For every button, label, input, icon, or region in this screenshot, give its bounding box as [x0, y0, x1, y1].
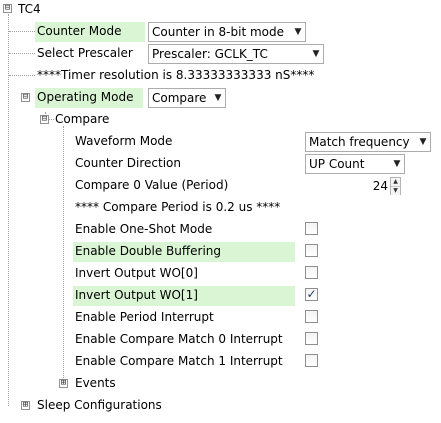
period-interrupt-checkbox[interactable] — [305, 310, 318, 323]
prescaler-value: Prescaler: GCLK_TC — [152, 47, 268, 61]
timer-resolution-text: ****Timer resolution is 8.33333333333 nS… — [37, 68, 315, 82]
invert-wo1-label: Invert Output WO[1] — [73, 286, 295, 306]
chevron-down-icon: ▼ — [312, 49, 320, 59]
counter-direction-value: UP Count — [309, 157, 365, 171]
expand-icon[interactable]: ⊞ — [59, 379, 68, 388]
waveform-mode-dropdown[interactable]: Match frequency ▼ — [305, 132, 431, 152]
spin-up-icon[interactable]: ▲ — [391, 178, 400, 187]
match0-interrupt-label: Enable Compare Match 0 Interrupt — [75, 332, 283, 346]
match1-interrupt-label: Enable Compare Match 1 Interrupt — [75, 354, 283, 368]
prescaler-label: Select Prescaler — [37, 46, 133, 60]
chevron-down-icon: ▼ — [214, 93, 222, 103]
waveform-mode-label: Waveform Mode — [75, 134, 173, 148]
chevron-down-icon: ▼ — [294, 27, 302, 37]
compare0-label: Compare 0 Value (Period) — [75, 178, 229, 192]
counter-mode-value: Counter in 8-bit mode — [152, 25, 284, 39]
tree-root-tc4: TC4 — [18, 2, 41, 16]
events-node-label: Events — [75, 376, 116, 390]
collapse-icon[interactable]: ⊟ — [3, 4, 12, 13]
counter-mode-dropdown[interactable]: Counter in 8-bit mode ▼ — [148, 22, 306, 42]
match1-interrupt-checkbox[interactable] — [305, 354, 318, 367]
invert-wo1-checkbox[interactable]: ✓ — [305, 288, 318, 301]
expand-icon[interactable]: ⊞ — [21, 401, 30, 410]
compare0-value[interactable]: 24 — [305, 179, 390, 193]
collapse-icon[interactable]: ⊟ — [21, 93, 30, 102]
collapse-icon[interactable]: ⊟ — [40, 115, 49, 124]
operating-mode-label: Operating Mode — [35, 88, 143, 108]
chevron-down-icon: ▼ — [419, 137, 427, 147]
invert-wo0-label: Invert Output WO[0] — [75, 266, 198, 280]
counter-mode-label: Counter Mode — [35, 22, 145, 42]
tree-line — [9, 75, 35, 76]
prescaler-dropdown[interactable]: Prescaler: GCLK_TC ▼ — [148, 44, 324, 64]
double-buffering-checkbox[interactable] — [305, 244, 318, 257]
counter-direction-label: Counter Direction — [75, 156, 181, 170]
double-buffering-label: Enable Double Buffering — [73, 242, 295, 262]
counter-direction-dropdown[interactable]: UP Count ▼ — [305, 154, 405, 174]
one-shot-checkbox[interactable] — [305, 222, 318, 235]
tree-line — [9, 31, 35, 32]
spinner-buttons[interactable]: ▲ ▼ — [390, 177, 401, 195]
waveform-mode-value: Match frequency — [309, 135, 410, 149]
compare0-spinner[interactable]: 24 ▲ ▼ — [305, 177, 401, 195]
compare-period-text: **** Compare Period is 0.2 us **** — [75, 200, 281, 214]
invert-wo0-checkbox[interactable] — [305, 266, 318, 279]
operating-mode-dropdown[interactable]: Compare ▼ — [148, 88, 226, 108]
period-interrupt-label: Enable Period Interrupt — [75, 310, 214, 324]
chevron-down-icon: ▼ — [393, 159, 401, 169]
tree-line — [9, 53, 35, 54]
compare-node-label: Compare — [55, 112, 110, 126]
operating-mode-value: Compare — [152, 91, 207, 105]
spin-down-icon[interactable]: ▼ — [391, 187, 400, 195]
match0-interrupt-checkbox[interactable] — [305, 332, 318, 345]
tree-line — [8, 14, 9, 406]
one-shot-label: Enable One-Shot Mode — [75, 222, 213, 236]
sleep-configurations-label: Sleep Configurations — [37, 398, 162, 412]
tree-line — [63, 126, 64, 384]
